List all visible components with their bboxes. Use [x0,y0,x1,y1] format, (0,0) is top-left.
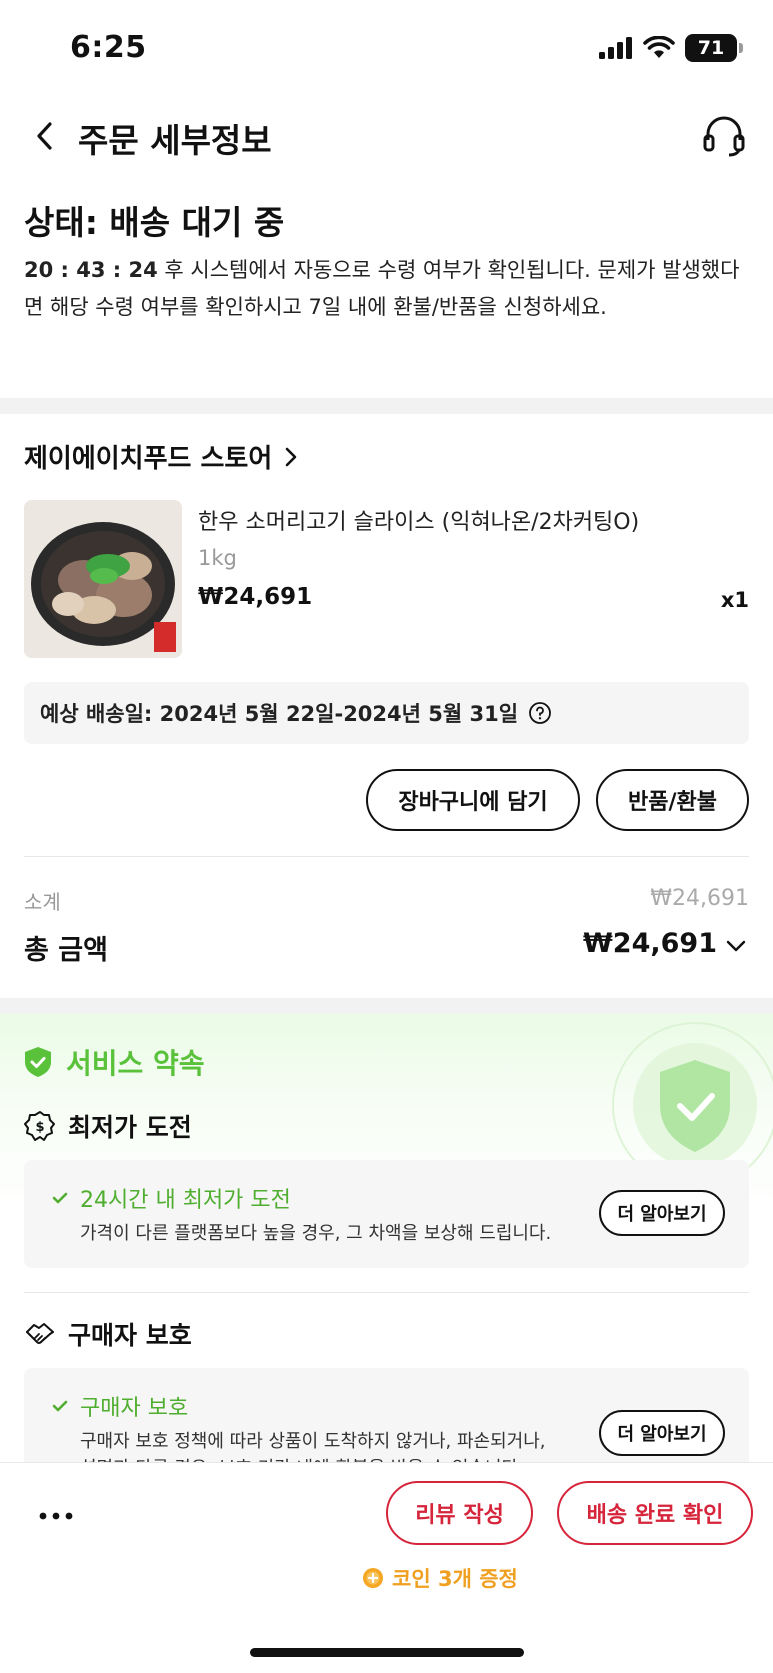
delivery-estimate: 예상 배송일: 2024년 5월 22일-2024년 5월 31일 [24,682,749,744]
check-icon [52,1400,68,1412]
countdown-timer: 20 : 43 : 24 [24,258,158,282]
product-photo [24,500,182,658]
product-option: 1kg [198,546,237,570]
return-refund-button[interactable]: 반품/환불 [596,769,749,831]
order-status-title: 상태: 배송 대기 중 [24,203,285,242]
chevron-right-icon [285,447,297,466]
buyer-protection-heading: 구매자 보호 [24,1316,192,1352]
buyer-protection-title: 구매자 보호 [80,1396,189,1421]
store-name: 제이에이치푸드 스토어 [24,444,273,474]
bottom-action-bar: 리뷰 작성 배송 완료 확인 코인 3개 증정 [0,1463,773,1673]
store-link[interactable]: 제이에이치푸드 스토어 [24,438,300,475]
nav-bar: 주문 세부정보 [0,108,773,164]
battery-indicator: 71 [685,34,743,62]
lowest-price-title-row: 24시간 내 최저가 도전 [52,1182,291,1214]
delivery-estimate-text: 예상 배송일: 2024년 5월 22일-2024년 5월 31일 [40,702,519,726]
confirm-delivery-button[interactable]: 배송 완료 확인 [557,1481,753,1545]
add-to-cart-button[interactable]: 장바구니에 담기 [366,769,580,831]
coin-reward: 코인 3개 증정 [362,1563,518,1593]
write-review-button[interactable]: 리뷰 작성 [386,1481,533,1545]
back-arrow-icon[interactable] [30,120,62,152]
coin-reward-text: 코인 3개 증정 [392,1567,518,1591]
product-image[interactable] [24,500,182,658]
lowest-price-heading: $ 최저가 도전 [24,1108,192,1144]
product-price: ₩24,691 [198,584,313,610]
wifi-icon [643,36,675,58]
more-horizontal-icon[interactable] [38,1511,74,1521]
handshake-icon [26,1323,54,1344]
lowest-price-card: 24시간 내 최저가 도전 가격이 다른 플랫폼보다 높을 경우, 그 차액을 … [24,1160,749,1268]
lowest-price-heading-text: 최저가 도전 [68,1113,192,1142]
status-icons: 71 [599,34,743,62]
buyer-protection-title-row: 구매자 보호 [52,1390,188,1422]
total-value[interactable]: ₩24,691 [583,928,717,959]
section-divider [0,398,773,414]
page-title: 주문 세부정보 [78,121,272,160]
total-label: 총 금액 [24,935,108,966]
svg-text:$: $ [35,1120,44,1135]
divider [24,856,749,857]
headset-icon[interactable] [701,114,747,158]
buyer-protection-description-1: 구매자 보호 정책에 따라 상품이 도착하지 않거나, 파손되거나, [80,1431,546,1452]
divider [24,1292,749,1293]
buyer-protection-heading-text: 구매자 보호 [68,1321,192,1350]
service-promise-title: 서비스 약속 [66,1047,205,1080]
question-circle-icon[interactable] [528,701,552,725]
learn-more-button[interactable]: 더 알아보기 [599,1190,725,1236]
chevron-down-icon[interactable] [725,938,747,954]
product-name[interactable]: 한우 소머리고기 슬라이스 (익혀나온/2차커팅O) [198,504,639,536]
learn-more-button[interactable]: 더 알아보기 [599,1410,725,1456]
lowest-price-description: 가격이 다른 플랫폼보다 높을 경우, 그 차액을 보상해 드립니다. [80,1223,552,1244]
coin-icon [363,1568,383,1588]
check-icon [52,1192,68,1204]
price-tag-dollar-icon: $ [24,1111,55,1141]
order-status-message: 20 : 43 : 24 후 시스템에서 자동으로 수령 여부가 확인됩니다. … [24,252,748,326]
lowest-price-title: 24시간 내 최저가 도전 [80,1188,291,1213]
signal-icon [599,37,632,59]
product-quantity: x1 [720,588,749,612]
subtotal-value: ₩24,691 [650,886,749,911]
status-time: 6:25 [70,30,147,65]
status-bar: 6:25 71 [0,0,773,96]
subtotal-label: 소계 [24,890,61,914]
service-promise-header: 서비스 약속 [24,1042,205,1082]
home-indicator [250,1648,524,1657]
shield-check-icon [25,1047,51,1077]
